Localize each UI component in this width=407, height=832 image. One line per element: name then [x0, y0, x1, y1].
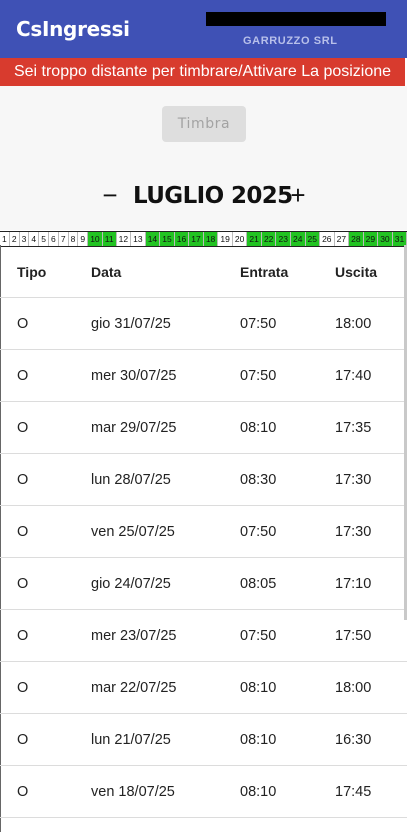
- table-row[interactable]: Ogio 31/07/25 07:50 18:00: [0, 298, 407, 350]
- cell-entrata: 07:50: [240, 368, 277, 384]
- cell-tipo: O: [17, 732, 29, 748]
- cell-tipo: O: [17, 368, 29, 384]
- cell-tipo: O: [17, 576, 29, 592]
- cell-entrata: 08:10: [240, 732, 277, 748]
- table-row[interactable]: Oven 25/07/25 07:50 17:30: [0, 506, 407, 558]
- day-cell[interactable]: 23: [276, 232, 291, 246]
- month-label: LUGLIO 2025: [133, 183, 293, 209]
- cell-uscita: 17:10: [335, 576, 372, 592]
- day-cell[interactable]: 20: [233, 232, 248, 246]
- previous-month-icon[interactable]: −: [99, 178, 121, 214]
- day-cell[interactable]: 7: [59, 232, 69, 246]
- day-cell[interactable]: 26: [320, 232, 335, 246]
- cell-data: mer 23/07/25: [91, 628, 177, 644]
- day-cell[interactable]: 30: [378, 232, 393, 246]
- cell-tipo: O: [17, 628, 29, 644]
- day-cell[interactable]: 18: [203, 232, 219, 246]
- cell-tipo: O: [17, 472, 29, 488]
- day-cell[interactable]: 22: [261, 232, 277, 246]
- cell-uscita: 17:35: [335, 420, 372, 436]
- cell-data: lun 21/07/25: [91, 732, 171, 748]
- cell-data: mar 29/07/25: [91, 420, 177, 436]
- day-cell[interactable]: 25: [305, 232, 321, 246]
- cell-uscita: 17:30: [335, 472, 372, 488]
- table-row[interactable]: Olun 21/07/25 08:10 16:30: [0, 714, 407, 766]
- cell-data: mar 22/07/25: [91, 680, 177, 696]
- location-warning-banner: Sei troppo distante per timbrare/Attivar…: [0, 58, 405, 86]
- day-cell[interactable]: 10: [88, 232, 103, 246]
- table-row[interactable]: Omer 30/07/25 07:50 17:40: [0, 350, 407, 402]
- cell-entrata: 07:50: [240, 316, 277, 332]
- cell-entrata: 08:10: [240, 420, 277, 436]
- cell-entrata: 07:50: [240, 524, 277, 540]
- table-row[interactable]: Ogio 24/07/25 08:05 17:10: [0, 558, 407, 610]
- table-row[interactable]: Omar 29/07/25 08:10 17:35: [0, 402, 407, 454]
- cell-uscita: 17:40: [335, 368, 372, 384]
- day-cell[interactable]: 15: [160, 232, 175, 246]
- next-month-icon[interactable]: +: [287, 178, 309, 214]
- header-tipo: Tipo: [17, 264, 47, 280]
- day-cell[interactable]: 12: [117, 232, 132, 246]
- day-cell[interactable]: 6: [49, 232, 59, 246]
- cell-uscita: 18:00: [335, 680, 372, 696]
- app-bar: CsIngressi GARRUZZO SRL: [0, 0, 407, 58]
- month-navigator: − LUGLIO 2025 +: [0, 178, 407, 214]
- cell-data: ven 18/07/25: [91, 784, 175, 800]
- header-entrata: Entrata: [240, 264, 289, 280]
- day-cell[interactable]: 2: [10, 232, 20, 246]
- table-row[interactable]: Oven 18/07/25 08:10 17:45: [0, 766, 407, 818]
- cell-tipo: O: [17, 420, 29, 436]
- day-cell[interactable]: 28: [349, 232, 364, 246]
- header-data: Data: [91, 264, 122, 280]
- day-cell[interactable]: 24: [290, 232, 306, 246]
- cell-uscita: 17:45: [335, 784, 372, 800]
- redacted-user-name: [206, 12, 386, 26]
- day-cell[interactable]: 8: [69, 232, 79, 246]
- day-cell[interactable]: 17: [189, 232, 204, 246]
- header-uscita: Uscita: [335, 264, 378, 280]
- table-row[interactable]: Olun 28/07/25 08:30 17:30: [0, 454, 407, 506]
- day-cell[interactable]: 27: [335, 232, 350, 246]
- day-cell[interactable]: 14: [145, 232, 161, 246]
- day-cell[interactable]: 3: [20, 232, 30, 246]
- cell-tipo: O: [17, 524, 29, 540]
- day-cell[interactable]: 4: [29, 232, 40, 246]
- cell-uscita: 17:50: [335, 628, 372, 644]
- day-cell[interactable]: 11: [102, 232, 117, 246]
- app-title: CsIngressi: [16, 17, 130, 41]
- cell-uscita: 16:30: [335, 732, 372, 748]
- cell-data: gio 24/07/25: [91, 576, 171, 592]
- day-cell[interactable]: 21: [247, 232, 262, 246]
- day-cell[interactable]: 13: [131, 232, 146, 246]
- cell-data: gio 31/07/25: [91, 316, 171, 332]
- day-cell[interactable]: 9: [78, 232, 89, 246]
- day-cell[interactable]: 16: [174, 232, 190, 246]
- cell-tipo: O: [17, 784, 29, 800]
- cell-entrata: 08:10: [240, 680, 277, 696]
- table-row[interactable]: Omar 22/07/25 08:10 18:00: [0, 662, 407, 714]
- cell-tipo: O: [17, 680, 29, 696]
- cell-entrata: 08:30: [240, 472, 277, 488]
- cell-tipo: O: [17, 316, 29, 332]
- cell-data: ven 25/07/25: [91, 524, 175, 540]
- cell-entrata: 07:50: [240, 628, 277, 644]
- day-cell[interactable]: 5: [39, 232, 49, 246]
- table-row[interactable]: Omer 23/07/25 07:50 17:50: [0, 610, 407, 662]
- day-cell[interactable]: 31: [392, 232, 407, 246]
- cell-data: mer 30/07/25: [91, 368, 177, 384]
- cell-entrata: 08:05: [240, 576, 277, 592]
- day-cell[interactable]: 29: [363, 232, 379, 246]
- cell-uscita: 18:00: [335, 316, 372, 332]
- clock-panel: Timbra − LUGLIO 2025 +: [0, 86, 407, 230]
- day-cell[interactable]: 1: [0, 232, 10, 246]
- company-name: GARRUZZO SRL: [243, 35, 338, 47]
- day-cell[interactable]: 19: [218, 232, 233, 246]
- cell-entrata: 08:10: [240, 784, 277, 800]
- timbra-button[interactable]: Timbra: [162, 106, 246, 142]
- cell-uscita: 17:30: [335, 524, 372, 540]
- table-header-row: Tipo Data Entrata Uscita: [0, 246, 407, 298]
- attendance-table: Tipo Data Entrata Uscita Ogio 31/07/25 07…: [0, 246, 407, 818]
- day-strip: 1 2 3 4 5 6 7 8 9 10 11 12 13 14 15 16 17 18 19 20 21 22 23 24 2…: [0, 231, 407, 247]
- cell-data: lun 28/07/25: [91, 472, 171, 488]
